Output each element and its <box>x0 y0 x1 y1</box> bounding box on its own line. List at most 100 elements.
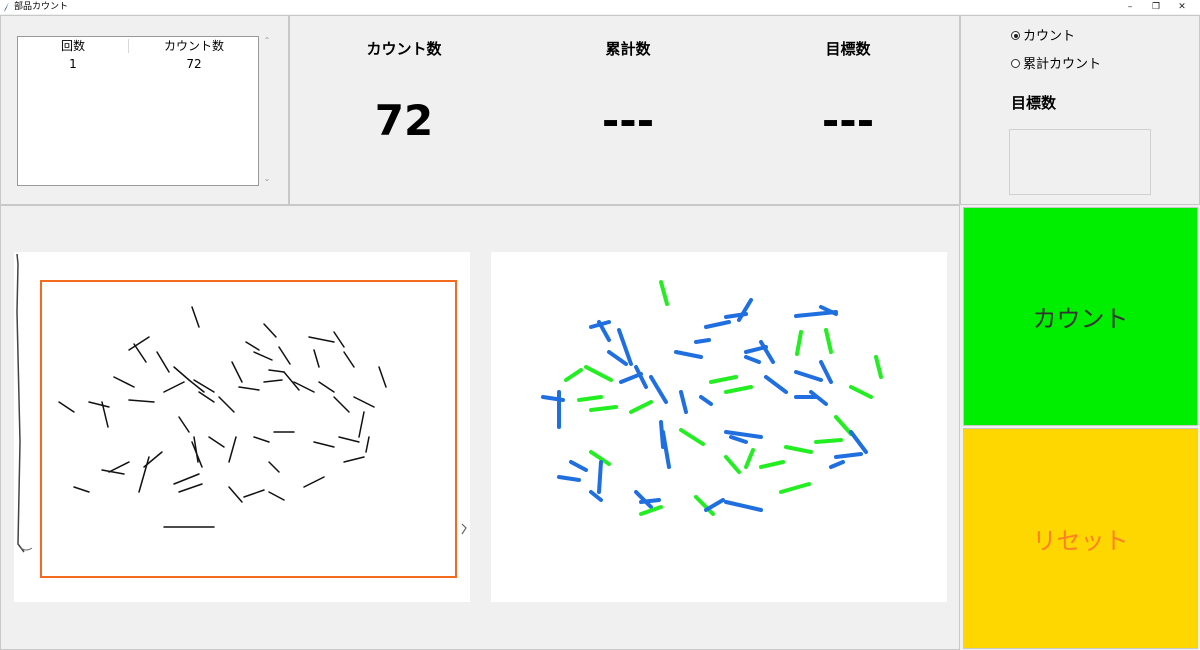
part-blue <box>764 375 788 394</box>
target-label: 目標数 <box>825 40 871 58</box>
part-line <box>353 396 375 408</box>
part-line <box>198 391 215 403</box>
part-line <box>253 436 270 443</box>
part-blue <box>737 298 753 322</box>
part-line <box>191 441 203 468</box>
part-green <box>814 438 843 444</box>
part-green <box>659 280 669 306</box>
window-title: 部品カウント <box>14 2 69 12</box>
radio-cumulative-label[interactable]: 累計カウント <box>1023 57 1101 72</box>
part-line <box>243 489 265 498</box>
part-line <box>308 336 335 343</box>
classified-parts <box>541 280 883 516</box>
radio-cumulative[interactable]: 累計カウント <box>1011 56 1101 74</box>
history-list[interactable]: 回数 カウント数 1 72 <box>17 36 259 186</box>
part-green <box>784 445 813 454</box>
part-green <box>849 385 873 399</box>
part-line <box>191 306 200 328</box>
radio-checked-icon[interactable] <box>1011 31 1020 40</box>
part-line <box>108 461 130 473</box>
part-blue <box>834 452 863 459</box>
part-blue <box>607 350 628 366</box>
part-blue <box>597 460 603 494</box>
part-line <box>138 456 150 493</box>
part-line <box>365 436 370 453</box>
cumulative-label: 累計数 <box>605 40 651 58</box>
scroll-up-icon[interactable]: ⌃ <box>262 36 272 45</box>
part-line <box>178 416 190 433</box>
close-button[interactable]: ✕ <box>1172 0 1192 14</box>
part-line <box>313 441 335 448</box>
part-blue <box>724 500 763 512</box>
part-blue <box>829 460 845 469</box>
part-green <box>874 355 883 379</box>
history-col-header[interactable]: カウント数 <box>129 37 259 55</box>
part-green <box>744 448 755 469</box>
part-green <box>724 455 741 474</box>
part-line <box>173 473 200 485</box>
part-blue <box>699 395 713 406</box>
part-line <box>268 369 285 373</box>
target-value: --- <box>821 96 875 145</box>
part-line <box>218 396 235 413</box>
count-button[interactable]: カウント <box>963 207 1198 426</box>
part-blue <box>569 460 588 472</box>
restore-button[interactable]: ❐ <box>1146 0 1166 14</box>
part-line <box>113 376 135 388</box>
part-line <box>245 341 260 351</box>
part-blue <box>729 435 748 444</box>
part-line <box>333 396 350 413</box>
part-line <box>343 456 365 463</box>
part-green <box>779 482 811 494</box>
radio-unchecked-icon[interactable] <box>1011 59 1020 68</box>
part-line <box>338 436 360 443</box>
part-green <box>629 400 653 414</box>
cumulative-value: --- <box>601 96 655 145</box>
part-blue <box>661 430 671 469</box>
target-input-label: 目標数 <box>1011 94 1057 112</box>
part-line <box>303 476 325 488</box>
part-green <box>589 405 618 412</box>
part-line <box>73 486 90 493</box>
history-cell-index[interactable]: 1 <box>18 56 128 72</box>
feather-icon <box>4 2 9 12</box>
part-blue <box>759 340 775 364</box>
part-line <box>278 346 291 365</box>
target-input[interactable] <box>1009 129 1151 195</box>
part-line <box>143 451 163 468</box>
part-line <box>378 366 387 388</box>
part-line <box>263 379 283 383</box>
part-line <box>88 401 110 408</box>
radio-count-label[interactable]: カウント <box>1023 29 1075 44</box>
history-cell-count[interactable]: 72 <box>129 56 259 72</box>
part-line <box>253 351 273 361</box>
part-blue <box>744 355 761 364</box>
part-green <box>564 368 583 382</box>
minimize-button[interactable]: – <box>1120 0 1140 14</box>
part-line <box>263 323 277 338</box>
part-line <box>228 436 237 463</box>
part-line <box>156 351 170 373</box>
radio-count[interactable]: カウント <box>1011 28 1075 46</box>
history-col-header[interactable]: 回数 <box>18 37 128 55</box>
part-green <box>584 365 613 382</box>
count-value: 72 <box>374 96 434 145</box>
part-line <box>128 336 150 351</box>
part-blue <box>649 375 668 404</box>
detected-parts <box>58 306 387 528</box>
part-line <box>318 381 335 393</box>
reset-button[interactable]: リセット <box>963 428 1198 649</box>
part-line <box>238 386 260 391</box>
part-line <box>333 331 345 348</box>
scroll-down-icon[interactable]: ⌄ <box>262 174 272 183</box>
part-line <box>133 343 147 363</box>
part-line <box>58 401 75 413</box>
part-green <box>795 330 803 356</box>
camera-image <box>14 252 470 602</box>
part-blue <box>704 320 731 329</box>
part-blue <box>704 498 725 512</box>
result-image <box>491 252 947 602</box>
part-line <box>163 381 185 393</box>
part-green <box>824 328 833 354</box>
part-line <box>283 371 300 391</box>
